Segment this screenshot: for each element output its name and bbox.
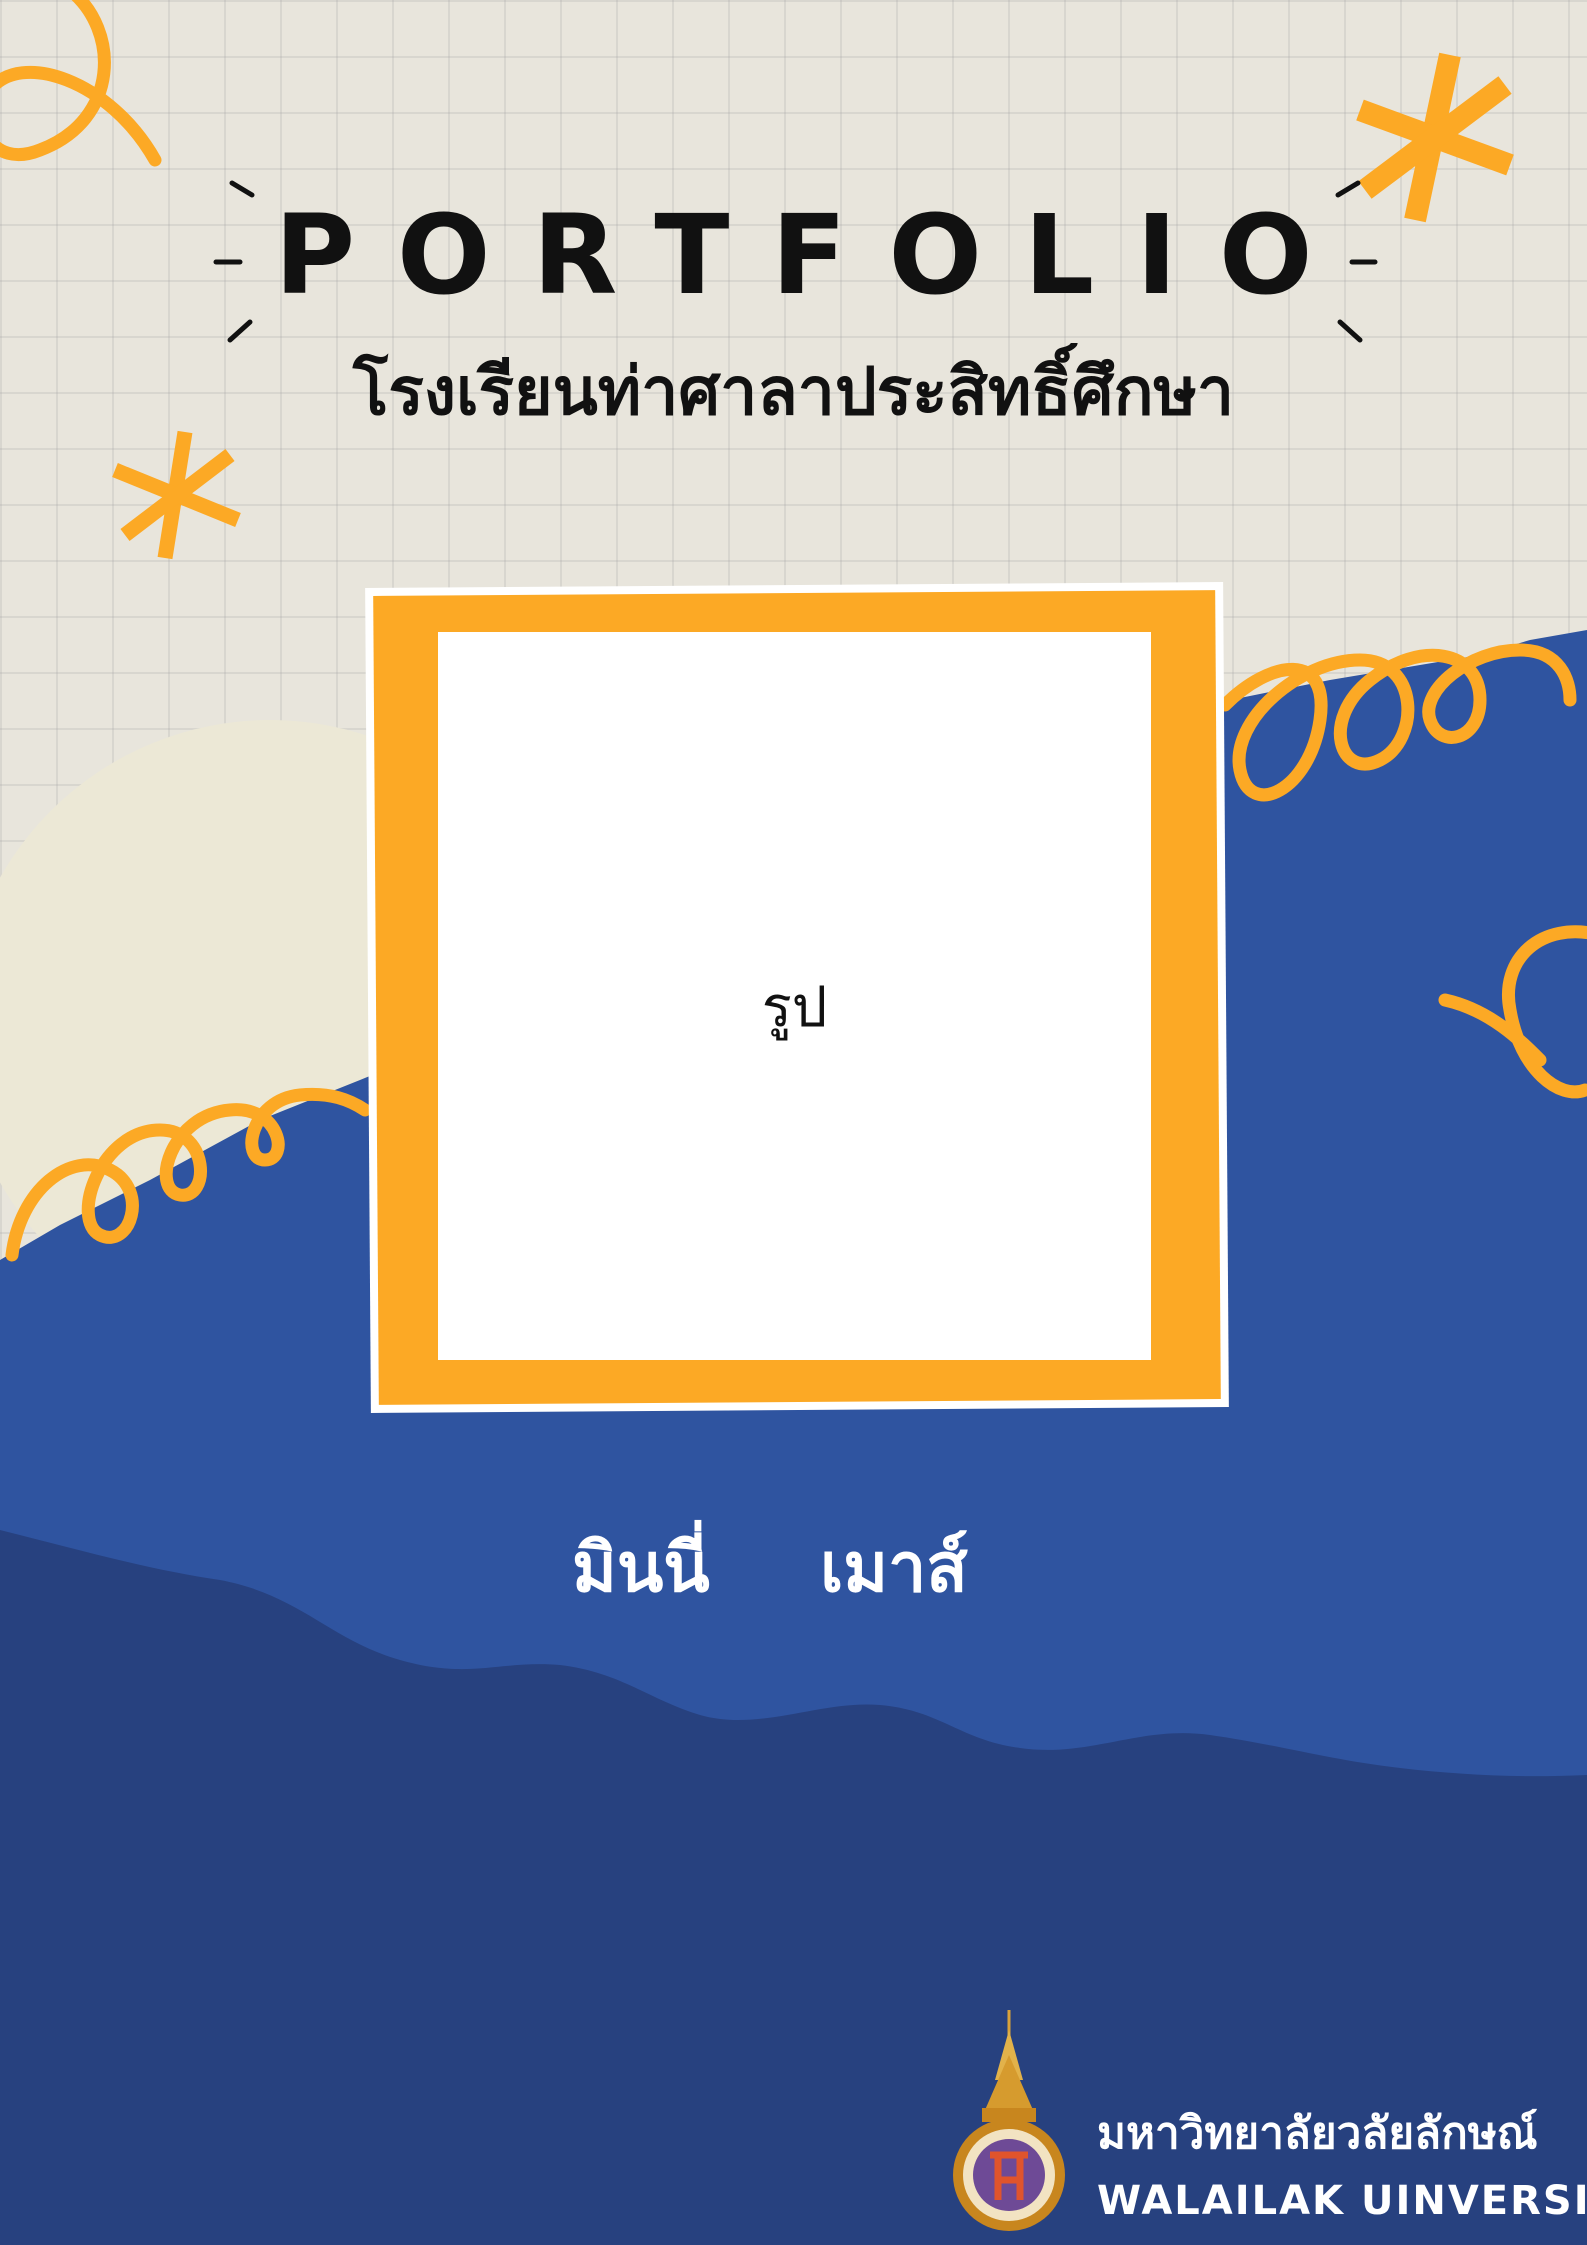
university-name-english: WALAILAK UINVERSITY (1097, 2178, 1587, 2224)
university-name-thai: มหาวิทยาลัยวลัยลักษณ์ (1097, 2108, 1538, 2159)
portfolio-title: PORTFOLIO (274, 191, 1355, 319)
student-first-name: มินนี่ (572, 1529, 710, 1608)
top-left-squiggle-shape (0, 0, 162, 167)
photo-placeholder-label: รูป (761, 975, 828, 1040)
university-seal-icon (953, 2010, 1065, 2231)
asterisk-left-icon (112, 430, 241, 560)
portfolio-cover: PORTFOLIO โรงเรียนท่าศาลาประสิทธิ์ศึกษา … (0, 0, 1587, 2245)
asterisk-top-right-icon (1356, 52, 1514, 223)
school-name: โรงเรียนท่าศาลาประสิทธิ์ศึกษา (352, 353, 1235, 430)
student-last-name: เมาส์ (820, 1529, 968, 1608)
photo-placeholder: รูป (438, 632, 1151, 1360)
